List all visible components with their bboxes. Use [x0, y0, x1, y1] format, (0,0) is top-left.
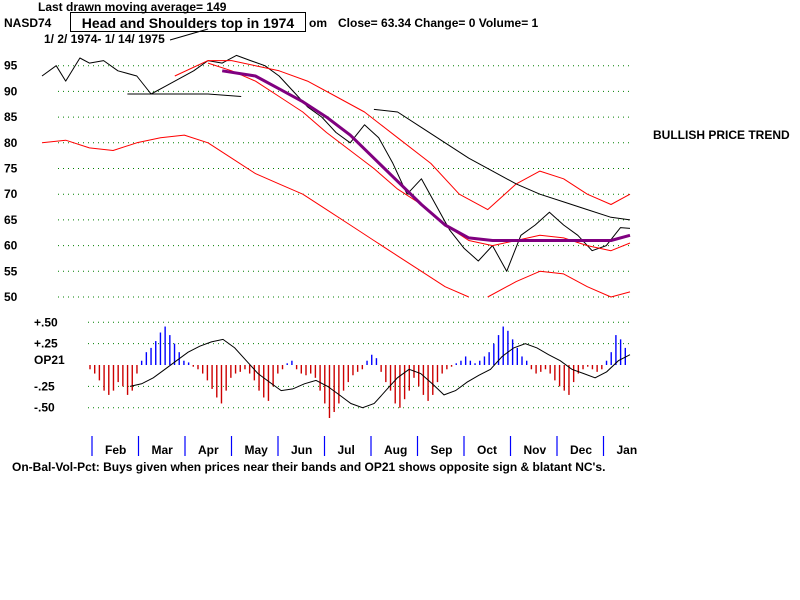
- trend-label: BULLISH PRICE TREND: [653, 128, 790, 142]
- price-tick-label: 65: [4, 213, 18, 227]
- month-label: Apr: [198, 443, 219, 457]
- price-tick-label: 70: [4, 187, 18, 201]
- op21-label: OP21: [34, 353, 65, 367]
- month-label: Sep: [431, 443, 453, 457]
- op21-tick-label: +.25: [34, 337, 58, 351]
- series-long-moving-average: [373, 108, 631, 221]
- month-label: Oct: [477, 443, 497, 457]
- price-tick-label: 90: [4, 84, 18, 98]
- price-tick-label: 80: [4, 136, 18, 150]
- series-moving-average: [221, 69, 631, 242]
- series-price: [41, 54, 631, 272]
- month-label: Aug: [384, 443, 407, 457]
- series-lower-band-2: [487, 270, 631, 298]
- price-tick-label: 95: [4, 59, 18, 73]
- price-tick-label: 50: [4, 290, 18, 304]
- stats-suffix: om: [309, 16, 327, 30]
- price-tick-label: 60: [4, 239, 18, 253]
- month-label: Jul: [338, 443, 355, 457]
- month-label: Mar: [152, 443, 174, 457]
- month-label: May: [245, 443, 269, 457]
- op21-tick-label: +.50: [34, 315, 58, 329]
- month-label: Nov: [524, 443, 547, 457]
- op21-tick-label: -.25: [34, 379, 55, 393]
- month-label: Jun: [291, 443, 312, 457]
- series-lower-band: [41, 134, 469, 298]
- price-tick-label: 75: [4, 162, 18, 176]
- footer-note: On-Bal-Vol-Pct: Buys given when prices n…: [12, 460, 605, 474]
- date-range: 1/ 2/ 1974- 1/ 14/ 1975: [44, 32, 165, 46]
- price-lines: [41, 54, 631, 298]
- stock-chart: Feb Mar Apr May Jun Jul Aug Sep Oct Nov Dec Jan 95 9…: [4, 0, 790, 474]
- price-tick-label: 55: [4, 264, 18, 278]
- ticker-label: NASD74: [4, 16, 52, 30]
- series-neckline: [127, 93, 242, 97]
- op21-bars: [89, 326, 627, 418]
- month-label: Feb: [105, 443, 126, 457]
- op21-tick-label: -.50: [34, 401, 55, 415]
- price-tick-label: 85: [4, 110, 18, 124]
- month-label: Jan: [617, 443, 638, 457]
- moving-average-note: Last drawn moving average= 149: [38, 0, 227, 14]
- callout-pointer: [169, 28, 209, 41]
- month-ticks: Feb Mar Apr May Jun Jul Aug Sep Oct Nov Dec Jan: [91, 436, 638, 457]
- month-label: Dec: [570, 443, 592, 457]
- price-stats: Close= 63.34 Change= 0 Volume= 1: [338, 16, 539, 30]
